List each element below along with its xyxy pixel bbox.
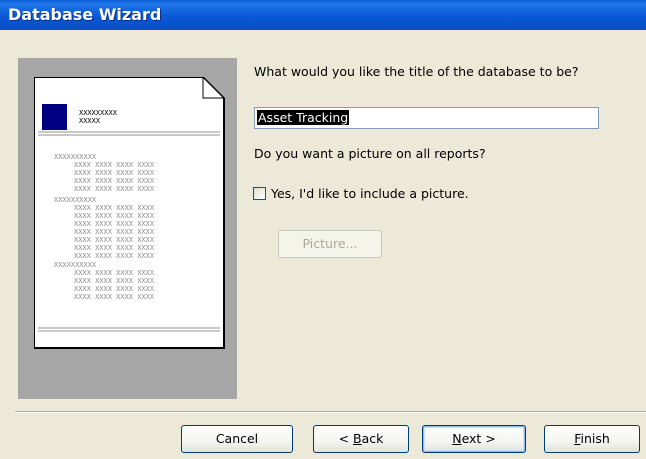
detail-row: XXXX XXXX XXXX XXXX	[74, 244, 155, 252]
divider-highlight	[15, 412, 646, 413]
detail-row: XXXX XXXX XXXX XXXX	[74, 252, 155, 260]
include-picture-label[interactable]: Yes, I'd like to include a picture.	[271, 186, 469, 201]
detail-row: XXXX XXXX XXXX XXXX	[74, 285, 155, 293]
database-title-value: Asset Tracking	[257, 110, 350, 125]
back-prefix: <	[338, 431, 354, 446]
picture-button[interactable]: Picture...	[278, 230, 382, 258]
next-rest: ext >	[461, 431, 496, 446]
finish-rest: inish	[580, 431, 610, 446]
detail-row: XXXX XXXX XXXX XXXX	[74, 236, 155, 244]
detail-row: XXXX XXXX XXXX XXXX	[74, 161, 155, 169]
group-header: XXXXXXXXXX	[54, 261, 97, 269]
cancel-button[interactable]: Cancel	[181, 425, 293, 453]
detail-row: XXXX XXXX XXXX XXXX	[74, 228, 155, 236]
detail-row: XXXX XXXX XXXX XXXX	[74, 204, 155, 212]
detail-row: XXXX XXXX XXXX XXXX	[74, 177, 155, 185]
next-mnemonic: N	[452, 431, 462, 446]
detail-row: XXXX XXXX XXXX XXXX	[74, 212, 155, 220]
report-preview-page: XXXXXXXXX XXXXX XXXXXXXXXX XXXX XXXX XXX…	[34, 77, 225, 349]
group-header: XXXXXXXXXX	[54, 153, 97, 161]
picture-prompt: Do you want a picture on all reports?	[254, 146, 486, 161]
back-rest: ack	[361, 431, 384, 446]
detail-row: XXXX XXXX XXXX XXXX	[74, 269, 155, 277]
report-preview-panel: XXXXXXXXX XXXXX XXXXXXXXXX XXXX XXXX XXX…	[18, 58, 237, 399]
report-header-line: XXXXX	[79, 117, 101, 125]
detail-row: XXXX XXXX XXXX XXXX	[74, 220, 155, 228]
back-mnemonic: B	[353, 431, 362, 446]
include-picture-checkbox[interactable]	[253, 187, 266, 200]
detail-row: XXXX XXXX XXXX XXXX	[74, 293, 155, 301]
database-title-input[interactable]: Asset Tracking	[254, 107, 599, 129]
group-header: XXXXXXXXXX	[54, 196, 97, 204]
next-button[interactable]: Next >	[422, 425, 526, 453]
title-prompt: What would you like the title of the dat…	[254, 64, 579, 79]
detail-row: XXXX XXXX XXXX XXXX	[74, 185, 155, 193]
detail-row: XXXX XXXX XXXX XXXX	[74, 277, 155, 285]
report-header-line: XXXXXXXXX	[79, 109, 117, 117]
finish-button[interactable]: Finish	[544, 425, 640, 453]
back-button[interactable]: < Back	[313, 425, 409, 453]
detail-row: XXXX XXXX XXXX XXXX	[74, 169, 155, 177]
window-title: Database Wizard	[8, 5, 162, 24]
report-logo-placeholder	[42, 104, 67, 130]
title-bar: Database Wizard	[0, 0, 646, 30]
